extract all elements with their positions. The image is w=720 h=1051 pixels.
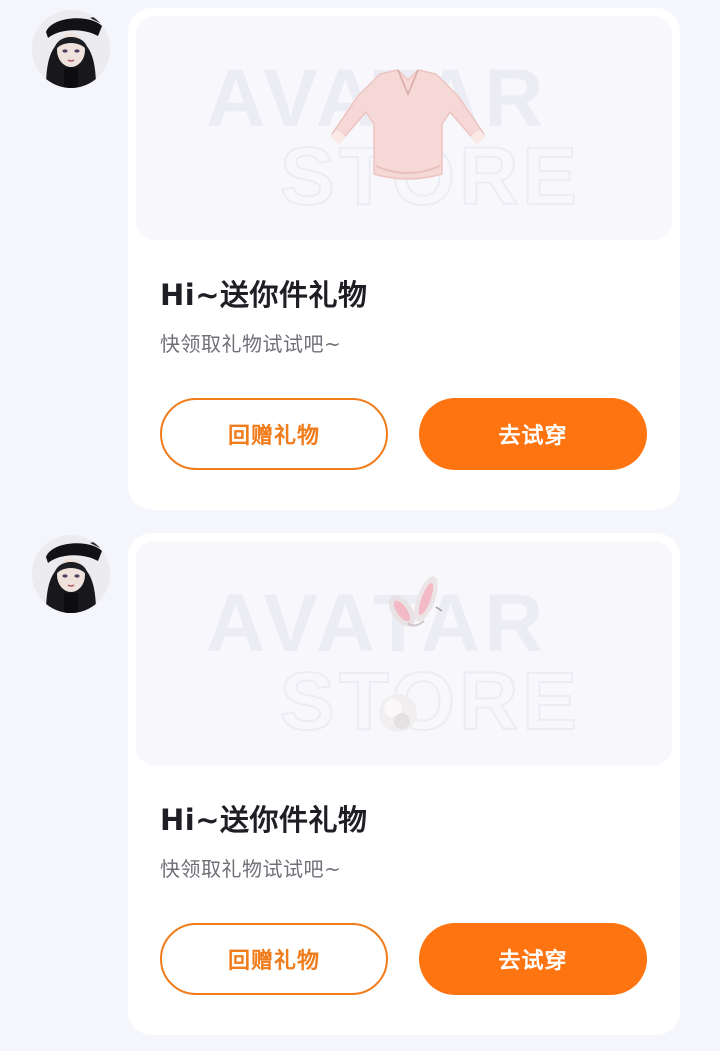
gift-card[interactable]: AVATAR STORE Hi~送你件礼物 快领取礼物试试吧~ 回赠礼物 去试穿 [128,8,680,510]
gift-subtitle: 快领取礼物试试吧~ [160,857,342,881]
sender-avatar[interactable] [32,535,110,613]
sender-avatar[interactable] [32,10,110,88]
try-on-button[interactable]: 去试穿 [419,398,647,470]
gift-card[interactable]: AVATAR STORE Hi~送你件礼物 快领取礼物试试吧~ 回赠礼物 去试穿 [128,533,680,1035]
watermark-store: STORE [280,656,581,747]
try-on-button[interactable]: 去试穿 [419,923,647,995]
avatar-image [32,10,110,88]
return-gift-button[interactable]: 回赠礼物 [160,398,388,470]
gift-subtitle: 快领取礼物试试吧~ [160,332,342,356]
item-preview[interactable]: AVATAR STORE [136,541,672,765]
return-gift-button[interactable]: 回赠礼物 [160,923,388,995]
item-preview[interactable]: AVATAR STORE [136,16,672,240]
gift-title: Hi~送你件礼物 [160,278,368,312]
gift-title: Hi~送你件礼物 [160,803,368,837]
avatar-image [32,535,110,613]
